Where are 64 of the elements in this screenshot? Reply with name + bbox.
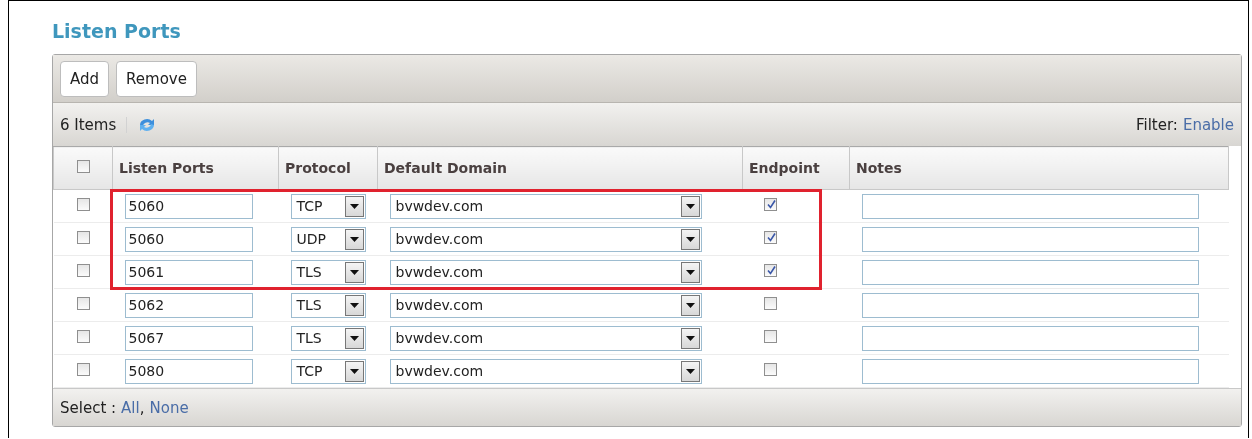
caret-icon [685,302,695,308]
checkbox[interactable] [76,160,90,173]
select-none-link[interactable]: None [149,398,189,417]
caret-icon [685,236,695,242]
port-field[interactable]: 5080 [124,358,253,384]
column-header: Notes [849,146,1229,190]
section-title: Listen Ports [52,20,182,44]
remove-button[interactable]: Remove [116,60,197,97]
checkbox[interactable] [76,198,90,211]
checkbox[interactable] [763,297,777,310]
dropdown-field[interactable]: bvwdev.com [389,292,702,318]
port-field[interactable]: 5061 [124,259,253,285]
caret-icon [349,236,359,242]
checkbox[interactable] [76,363,90,376]
dropdown-field[interactable]: bvwdev.com [389,259,702,285]
select-label: Select : [60,398,117,417]
checkbox[interactable] [76,264,90,277]
dropdown-field[interactable]: TCP [290,193,366,219]
separator-comma: , [139,398,145,417]
notes-field[interactable] [861,358,1199,384]
dropdown-field[interactable]: TCP [290,358,366,384]
dropdown-field[interactable]: TLS [290,325,366,351]
dropdown-field[interactable]: bvwdev.com [389,325,702,351]
notes-field[interactable] [861,193,1199,219]
caret-icon [685,203,695,209]
filter-label: Filter: [1135,115,1178,134]
notes-field[interactable] [861,325,1199,351]
port-field[interactable]: 5060 [124,193,253,219]
checkbox[interactable] [76,330,90,343]
dropdown-field[interactable]: bvwdev.com [389,193,702,219]
checkbox[interactable] [763,198,777,211]
port-field[interactable]: 5060 [124,226,253,252]
checkbox[interactable] [763,264,777,277]
notes-field[interactable] [861,226,1199,252]
dropdown-field[interactable]: TLS [290,292,366,318]
column-header: Endpoint [742,146,850,190]
port-field[interactable]: 5062 [124,292,253,318]
checkbox[interactable] [76,297,90,310]
caret-icon [685,335,695,341]
caret-icon [349,368,359,374]
caret-icon [349,269,359,275]
checkbox[interactable] [763,363,777,376]
dropdown-field[interactable]: bvwdev.com [389,226,702,252]
dropdown-field[interactable]: bvwdev.com [389,358,702,384]
notes-field[interactable] [861,292,1199,318]
notes-field[interactable] [861,259,1199,285]
caret-icon [349,203,359,209]
item-count: 6 Items [60,115,117,134]
caret-icon [349,302,359,308]
caret-icon [685,269,695,275]
dropdown-field[interactable]: UDP [290,226,366,252]
column-header: Default Domain [377,146,743,190]
dropdown-field[interactable]: TLS [290,259,366,285]
checkbox[interactable] [76,231,90,244]
column-header: Listen Ports [112,146,279,190]
column-header: Protocol [278,146,378,190]
port-field[interactable]: 5067 [124,325,253,351]
checkbox[interactable] [763,330,777,343]
select-all-link[interactable]: All [121,398,140,417]
enable-filter-link[interactable]: Enable [1182,115,1234,134]
caret-icon [685,368,695,374]
caret-icon [349,335,359,341]
checkbox[interactable] [763,231,777,244]
add-button[interactable]: Add [60,60,110,97]
